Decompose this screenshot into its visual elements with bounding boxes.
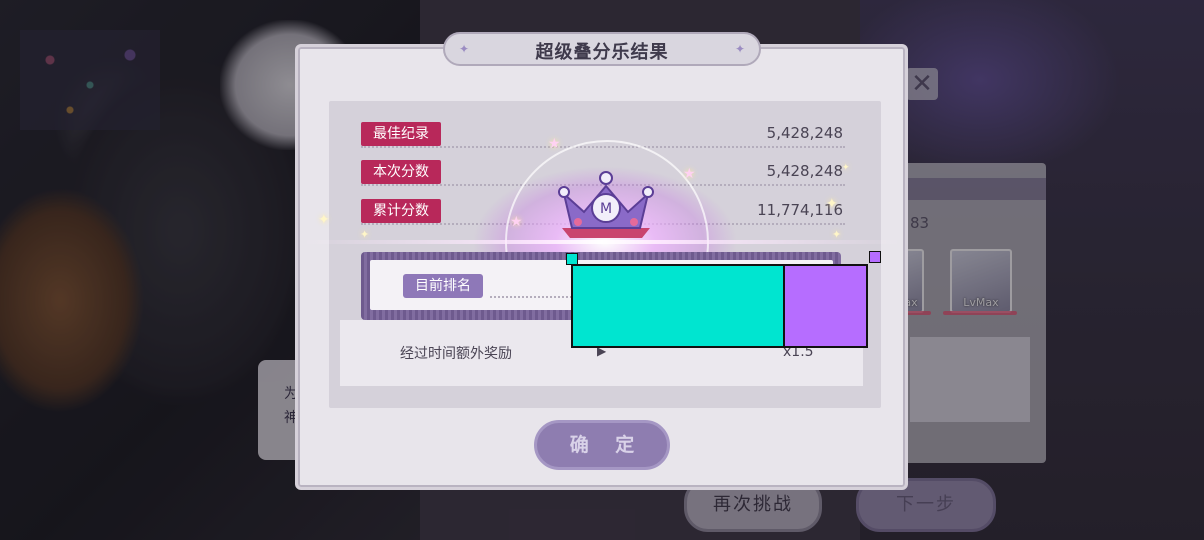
- violet-resize-handle[interactable]: [869, 251, 881, 263]
- time-bonus-label: 经过时间额外奖励: [400, 346, 512, 362]
- score-value: 5,428,248: [766, 124, 843, 142]
- sparkle-icon: ✦: [842, 163, 850, 173]
- violet-overlay-block: [783, 264, 868, 348]
- sparkle-icon: ✦: [832, 228, 842, 241]
- sparkle-icon: ✦: [318, 212, 330, 228]
- teal-resize-handle[interactable]: [566, 253, 578, 265]
- rank-label: 目前排名: [403, 274, 483, 298]
- score-row-best: 最佳纪录 5,428,248: [361, 122, 845, 148]
- confirm-button[interactable]: 确 定: [534, 420, 670, 470]
- game-screen: 83 ax LvMax ✕ 为 神 再次挑战 下一步 ✦ ✦ 超级叠分乐结果 最…: [0, 0, 1204, 540]
- teal-overlay-block: [571, 264, 785, 348]
- dialog-title-ribbon: ✦ ✦ 超级叠分乐结果: [443, 32, 761, 66]
- dialog-title: 超级叠分乐结果: [535, 42, 669, 63]
- crown-icon: M: [558, 171, 654, 238]
- sparkle-icon: ★: [683, 166, 696, 182]
- sparkle-icon: ★: [548, 136, 561, 152]
- glow-line: [300, 240, 904, 244]
- sparkle-icon: ✦: [360, 228, 370, 241]
- score-label: 本次分数: [361, 160, 441, 184]
- score-label: 累计分数: [361, 199, 441, 223]
- score-value: 5,428,248: [766, 162, 843, 180]
- svg-text:M: M: [600, 201, 612, 217]
- sparkle-icon: ✦: [826, 196, 838, 212]
- rank-divider: [490, 296, 580, 298]
- sparkle-icon: ★: [510, 214, 523, 230]
- score-label: 最佳纪录: [361, 122, 441, 146]
